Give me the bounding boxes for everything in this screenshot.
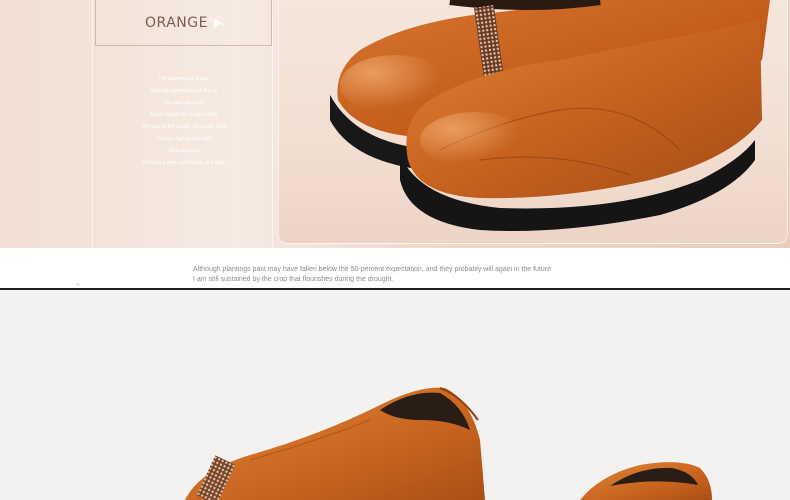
feature-line: Design, high quality light [156,136,212,142]
feature-list: The fashionable breath Upgrade germinati… [112,73,256,169]
feature-line: Martin beads like English skills [150,112,218,118]
decor-line [272,0,273,248]
feature-line: The fashionable breath [158,76,210,82]
color-label: ORANGE [145,14,208,31]
feature-line: Wearing a very comfortable and light. [142,160,226,166]
shoe-side-image [185,387,712,500]
decor-dot [77,284,79,285]
color-title-box: ORANGE [95,0,272,46]
play-arrow-icon [213,17,222,28]
feature-line: The new ultra light [163,100,205,106]
feature-line: Upgrade germinating in the air [150,88,218,94]
shoe-pair-image [330,0,770,231]
caption-line: I am still sustained by the crop that fl… [193,276,394,283]
caption-text: Although plantings past may have fallen … [193,265,663,285]
product-banner: ORANGE The fashionable breath Upgrade ge… [0,0,790,248]
caption-line: Although plantings past may have fallen … [193,266,552,273]
decor-line [92,0,93,248]
feature-line: Shoe material [168,148,200,154]
feature-line: The idea of the simple yet simple shoe [141,124,227,130]
